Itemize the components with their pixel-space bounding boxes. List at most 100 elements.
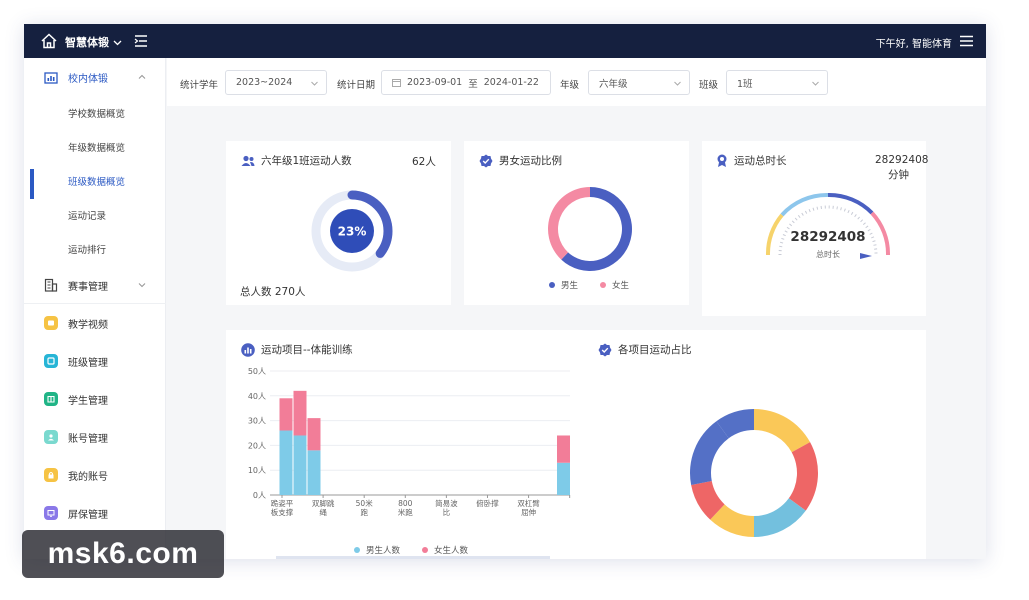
share-card-title: 各项目运动占比 xyxy=(598,342,692,357)
year-filter-label: 统计学年 xyxy=(180,80,219,91)
legend-swatch-male xyxy=(354,547,360,553)
sidebar-item-label: 账号管理 xyxy=(68,433,108,445)
brand-switcher[interactable]: 智慧体锻 xyxy=(65,34,122,50)
year-select[interactable]: 2023~2024 xyxy=(225,70,327,95)
legend-swatch-male xyxy=(549,282,555,288)
bar-chart-icon xyxy=(241,342,255,357)
chevron-down-icon xyxy=(138,283,146,288)
sidebar-item-label: 班级数据概览 xyxy=(68,177,126,188)
card-title: 运动总时长 xyxy=(716,153,787,168)
class-select[interactable]: 1班 xyxy=(726,70,828,95)
sidebar-item-label: 年级数据概览 xyxy=(68,143,126,154)
x-tick-label: 比 xyxy=(443,507,451,517)
chart-scrollbar[interactable] xyxy=(276,556,550,559)
calendar-icon xyxy=(392,79,401,87)
hamburger-menu-icon[interactable] xyxy=(960,35,973,47)
sidebar-item-exercise-ranking[interactable]: 运动排行 xyxy=(24,234,166,264)
chevron-down-icon xyxy=(812,81,819,86)
site-watermark: msk6.com xyxy=(22,530,224,578)
grade-select-value: 六年级 xyxy=(599,78,628,90)
brand-name: 智慧体锻 xyxy=(65,36,109,49)
x-tick-label: 屈伸 xyxy=(521,507,537,517)
sidebar-item-screensaver-management[interactable]: 屏保管理 xyxy=(24,495,166,531)
class-select-value: 1班 xyxy=(737,78,753,90)
class-icon xyxy=(44,354,58,368)
users-icon xyxy=(241,155,255,166)
active-ratio-ring: 23% xyxy=(311,190,393,272)
card-title: 运动项目--体能训练 xyxy=(241,342,353,357)
card-title: 男女运动比例 xyxy=(479,153,562,168)
grade-select[interactable]: 六年级 xyxy=(588,70,690,95)
screen-icon xyxy=(44,506,58,520)
duration-card: 运动总时长 28292408 分钟 28292408 总时长 xyxy=(702,141,929,316)
sidebar-item-student-management[interactable]: 学生管理 xyxy=(24,381,166,417)
total-students: 总人数 270人 xyxy=(240,286,306,298)
sidebar-item-label: 学生管理 xyxy=(68,395,108,407)
x-tick-label: 50米 xyxy=(356,498,374,508)
gauge-arc-navy xyxy=(827,192,874,215)
bar-female xyxy=(307,418,321,451)
sidebar-group-school-training[interactable]: 校内体锻 xyxy=(24,59,166,95)
gauge-arc-yellow xyxy=(765,213,784,256)
x-tick-label: 绳 xyxy=(319,507,327,517)
active-count: 62人 xyxy=(412,156,436,168)
duration-unit: 分钟 xyxy=(888,169,909,181)
x-tick-label: 板支撑 xyxy=(271,507,294,517)
card-title-text: 运动项目--体能训练 xyxy=(261,344,353,356)
gauge-value: 28292408 xyxy=(790,229,865,245)
bar-male xyxy=(307,450,321,495)
class-filter-label: 班级 xyxy=(699,80,719,91)
chevron-down-icon xyxy=(311,81,318,86)
lock-icon xyxy=(44,468,58,482)
sidebar-item-label: 屏保管理 xyxy=(68,509,108,521)
y-tick-label: 0人 xyxy=(253,491,266,500)
sidebar-group-event-management[interactable]: 赛事管理 xyxy=(24,267,166,303)
share-slice-0 xyxy=(754,409,811,453)
sidebar-item-class-overview[interactable]: 班级数据概览 xyxy=(24,166,166,199)
app-window: 智慧体锻 下午好, 智能体育 校内体锻 学校数据概览 年级数据概览 班级数据概览… xyxy=(24,24,986,559)
card-title: 六年级1班运动人数 xyxy=(241,153,352,168)
share-slice-1 xyxy=(788,442,818,511)
y-tick-label: 30人 xyxy=(248,417,266,426)
duration-value: 28292408 xyxy=(875,154,929,166)
legend-label-female: 女生 xyxy=(612,281,630,291)
sidebar-item-grade-overview[interactable]: 年级数据概览 xyxy=(24,132,166,162)
menu-fold-icon[interactable] xyxy=(134,34,148,48)
date-filter-label: 统计日期 xyxy=(337,80,376,91)
x-tick-label: 跑 xyxy=(360,508,368,517)
project-bar-chart: 0人 10人 20人 30人 40人 50人跪姿平板支撑 双脚跳绳 50米跑 800米跑 简易波比… xyxy=(248,367,571,517)
medal-icon xyxy=(717,154,727,167)
home-icon[interactable] xyxy=(40,32,58,50)
x-tick-label: 跪姿平 xyxy=(271,498,294,508)
date-start: 2023-09-01 xyxy=(407,77,463,88)
project-legend: 男生人数 女生人数 xyxy=(354,544,468,556)
top-navbar: 智慧体锻 下午好, 智能体育 xyxy=(24,24,986,58)
x-tick-label: 米跑 xyxy=(398,507,413,517)
share-slice-5 xyxy=(690,421,729,485)
bar-female xyxy=(279,398,293,431)
bar-female xyxy=(557,435,570,463)
date-range-picker[interactable]: 2023-09-01 至 2024-01-22 xyxy=(381,70,551,95)
verified-badge-icon xyxy=(598,343,612,356)
gauge-arc-blue xyxy=(780,192,829,217)
sidebar-divider xyxy=(24,303,166,304)
bar-female xyxy=(293,390,307,436)
sidebar-group-label: 校内体锻 xyxy=(68,73,108,85)
sidebar-item-account-management[interactable]: 账号管理 xyxy=(24,419,166,455)
gauge-label: 总时长 xyxy=(816,249,840,259)
date-separator: 至 xyxy=(468,78,478,90)
sidebar-item-teaching-video[interactable]: 教学视频 xyxy=(24,305,166,341)
y-tick-label: 20人 xyxy=(248,441,266,450)
bar-male xyxy=(279,430,293,495)
sidebar-item-school-overview[interactable]: 学校数据概览 xyxy=(24,98,166,128)
sidebar-item-class-management[interactable]: 班级管理 xyxy=(24,343,166,379)
sidebar-item-exercise-records[interactable]: 运动记录 xyxy=(24,200,166,230)
sidebar-item-my-account[interactable]: 我的账号 xyxy=(24,457,166,493)
gender-legend: 男生 女生 xyxy=(549,279,629,291)
verified-badge-icon xyxy=(479,154,493,167)
x-tick-label: 800 xyxy=(398,499,413,508)
x-tick-label: 双杠臂 xyxy=(517,498,540,508)
x-tick-label: 简易波 xyxy=(435,498,458,508)
legend-label-female: 女生人数 xyxy=(434,546,469,556)
active-indicator xyxy=(30,169,34,199)
